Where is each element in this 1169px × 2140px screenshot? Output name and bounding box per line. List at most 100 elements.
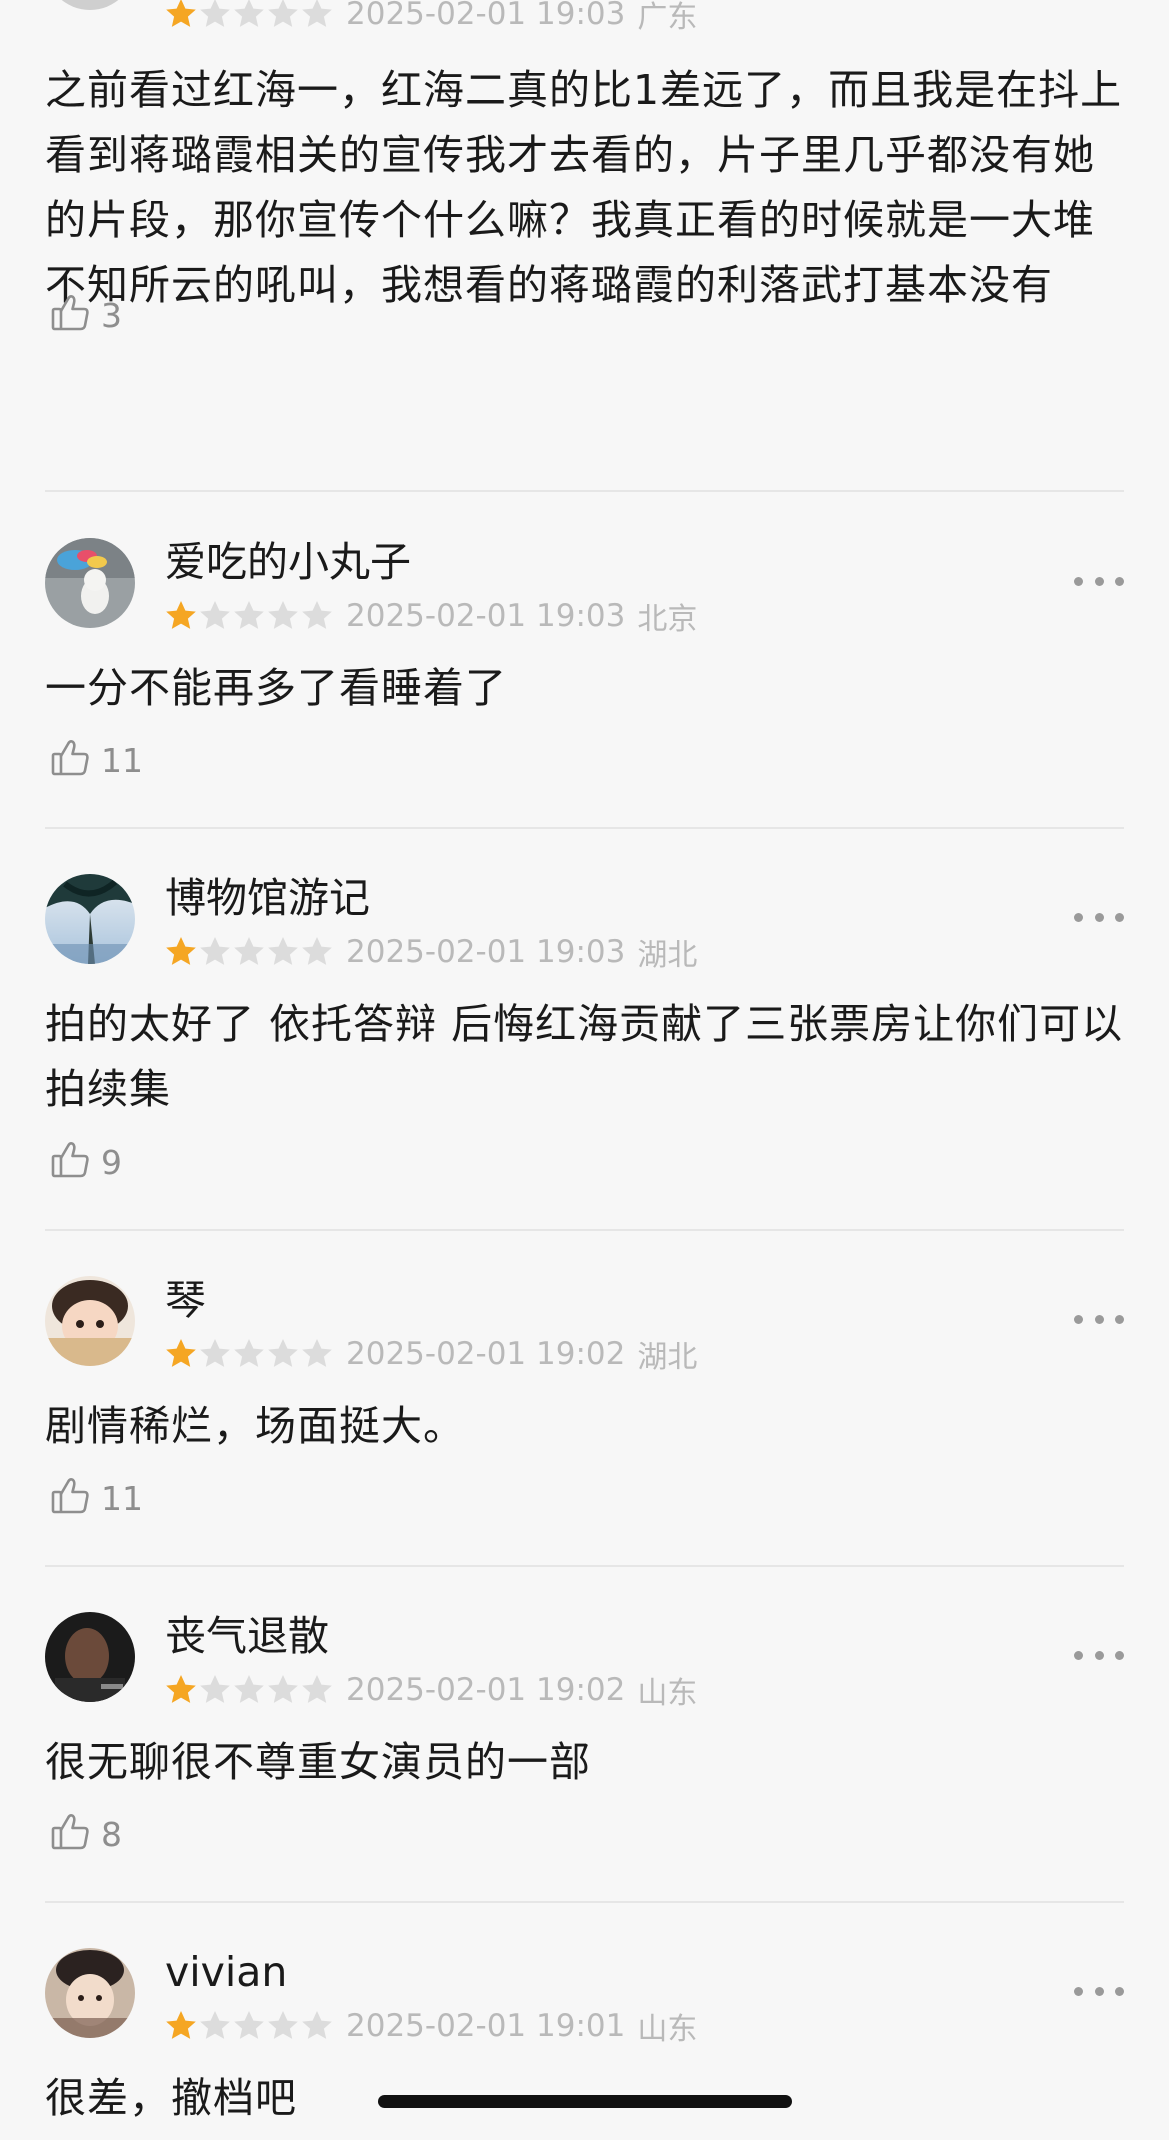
star-icon — [232, 0, 266, 31]
more-dot — [1094, 576, 1104, 586]
review-meta: 2025-02-01 19:02 山东 — [164, 1670, 698, 1711]
star-icon — [266, 1337, 300, 1371]
star-icon — [266, 1673, 300, 1707]
username[interactable]: 博物馆游记 — [165, 872, 370, 924]
avatar[interactable] — [45, 538, 135, 628]
like-button[interactable]: 9 — [49, 1137, 122, 1187]
more-dots-icon — [1074, 1314, 1083, 1324]
thumbs-up-icon — [49, 1138, 93, 1186]
review-time: 2025-02-01 19:03 — [346, 598, 626, 634]
review-meta: 2025-02-01 19:03 湖北 — [164, 932, 698, 973]
star-icon — [164, 2009, 198, 2043]
review-time: 2025-02-01 19:02 — [346, 1672, 626, 1708]
star-icon — [232, 935, 266, 969]
review-region: 北京 — [637, 602, 698, 637]
star-icon — [300, 2009, 334, 2043]
like-count: 8 — [101, 1814, 122, 1854]
review-item: 丧气退散 2025-02-01 19:02 山东 很无聊很不尊重女演员的一部 8 — [45, 1610, 1124, 1870]
more-dot — [1094, 912, 1104, 922]
review-content: 剧情稀烂，场面挺大。 — [45, 1402, 465, 1450]
review-region: 山东 — [637, 1676, 698, 1711]
more-button[interactable] — [1074, 1304, 1124, 1334]
star-icon — [198, 0, 232, 31]
star-icon — [300, 935, 334, 969]
divider — [45, 1565, 1124, 1567]
review-content: 一分不能再多了看睡着了 — [45, 664, 507, 712]
home-indicator[interactable] — [378, 2095, 792, 2108]
avatar[interactable] — [45, 0, 135, 10]
review-region: 广东 — [637, 0, 698, 35]
more-dot — [1094, 1650, 1104, 1660]
username[interactable]: vivian — [165, 1946, 287, 1998]
thumbs-up-icon — [49, 736, 93, 784]
more-dots-icon — [1074, 576, 1083, 586]
review-region: 湖北 — [637, 938, 698, 973]
review-meta: 2025-02-01 19:03 北京 — [164, 596, 698, 637]
star-icon — [198, 2009, 232, 2043]
more-button[interactable] — [1074, 1640, 1124, 1670]
star-rating — [164, 0, 334, 31]
star-icon — [266, 0, 300, 31]
thumbs-up-icon — [49, 1810, 93, 1858]
more-dot — [1115, 1650, 1124, 1660]
like-count: 9 — [101, 1142, 122, 1182]
star-icon — [300, 599, 334, 633]
more-dots-icon — [1074, 912, 1083, 922]
review-item: 博物馆游记 2025-02-01 19:03 湖北 拍的太好了 依托答辩 后悔红… — [45, 872, 1124, 1192]
review-item: 琴 2025-02-01 19:02 湖北 剧情稀烂，场面挺大。 11 — [45, 1274, 1124, 1534]
avatar[interactable] — [45, 1612, 135, 1702]
like-count: 11 — [101, 1478, 143, 1518]
star-icon — [232, 2009, 266, 2043]
thumbs-up-icon — [49, 1474, 93, 1522]
review-time: 2025-02-01 19:02 — [346, 1336, 626, 1372]
star-icon — [198, 1673, 232, 1707]
star-icon — [300, 1673, 334, 1707]
more-dot — [1115, 912, 1124, 922]
username[interactable]: 琴 — [165, 1274, 206, 1326]
review-region: 湖北 — [637, 1340, 698, 1375]
more-dot — [1094, 1986, 1104, 1996]
review-meta: 2025-02-01 19:02 湖北 — [164, 1334, 698, 1375]
star-icon — [164, 1673, 198, 1707]
star-icon — [164, 599, 198, 633]
review-item: 2025-02-01 19:03 广东 之前看过红海一，红海二真的比1差远了，而… — [45, 0, 1124, 440]
star-icon — [266, 599, 300, 633]
more-dots-icon — [1074, 1650, 1083, 1660]
avatar[interactable] — [45, 874, 135, 964]
more-button[interactable] — [1074, 566, 1124, 596]
thumbs-up-icon — [49, 291, 93, 339]
more-button[interactable] — [1074, 1976, 1124, 2006]
review-item: vivian 2025-02-01 19:01 山东 很差，撤档吧 — [45, 1946, 1124, 2140]
more-dot — [1115, 1986, 1124, 1996]
review-content: 拍的太好了 依托答辩 后悔红海贡献了三张票房让你们可以拍续集 — [45, 1000, 1124, 1113]
star-icon — [198, 599, 232, 633]
review-feed: 2025-02-01 19:03 广东 之前看过红海一，红海二真的比1差远了，而… — [0, 0, 1169, 2140]
avatar[interactable] — [45, 1948, 135, 2038]
star-icon — [198, 1337, 232, 1371]
divider — [45, 490, 1124, 492]
like-button[interactable]: 8 — [49, 1809, 122, 1859]
like-button[interactable]: 11 — [49, 1473, 143, 1523]
more-dot — [1115, 1314, 1124, 1324]
like-count: 3 — [101, 295, 122, 335]
more-dots-icon — [1074, 1986, 1083, 1996]
star-rating — [164, 599, 334, 633]
like-button[interactable]: 11 — [49, 735, 143, 785]
more-button[interactable] — [1074, 902, 1124, 932]
review-item: 爱吃的小丸子 2025-02-01 19:03 北京 一分不能再多了看睡着了 1… — [45, 536, 1124, 796]
star-icon — [300, 1337, 334, 1371]
username[interactable]: 丧气退散 — [165, 1610, 329, 1662]
star-rating — [164, 2009, 334, 2043]
avatar[interactable] — [45, 1276, 135, 1366]
review-meta: 2025-02-01 19:01 山东 — [164, 2006, 697, 2047]
divider — [45, 1901, 1124, 1903]
star-icon — [232, 1673, 266, 1707]
star-icon — [266, 935, 300, 969]
star-rating — [164, 1673, 334, 1707]
username[interactable]: 爱吃的小丸子 — [165, 536, 411, 588]
like-button[interactable]: 3 — [49, 290, 122, 340]
star-icon — [232, 1337, 266, 1371]
review-time: 2025-02-01 19:03 — [346, 0, 626, 32]
star-rating — [164, 1337, 334, 1371]
more-dot — [1115, 576, 1124, 586]
